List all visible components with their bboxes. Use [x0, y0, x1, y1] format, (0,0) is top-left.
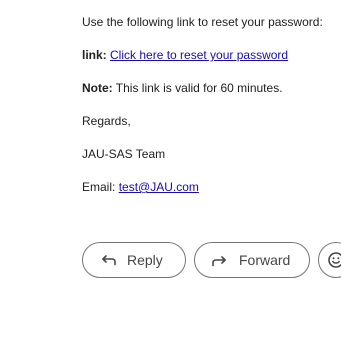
note-text: This link is valid for 60 minutes. — [115, 81, 283, 95]
smiley-emoji-icon — [327, 251, 341, 269]
reply-button[interactable]: Reply — [82, 242, 186, 278]
note-label: Note: — [82, 81, 113, 95]
forward-arrow-icon — [211, 251, 229, 269]
forward-button[interactable]: Forward — [194, 242, 310, 278]
link-label: link: — [82, 48, 107, 62]
contact-email-link[interactable]: test@JAU.com — [119, 180, 199, 194]
reset-password-link[interactable]: Click here to reset your password — [110, 48, 288, 62]
reset-instructions: Use the following link to reset your pas… — [82, 15, 323, 29]
note-line: Note: This link is valid for 60 minutes. — [82, 80, 341, 96]
emoji-reaction-button[interactable] — [318, 242, 341, 278]
email-label: Email: — [82, 180, 116, 194]
email-body: Use the following link to reset your pas… — [82, 14, 341, 195]
reset-link-line: link: Click here to reset your password — [82, 47, 341, 63]
regards-text: Regards, — [82, 114, 131, 128]
message-actions: Reply Forward — [82, 242, 341, 278]
forward-label: Forward — [239, 252, 291, 268]
signature-text: JAU-SAS Team — [82, 147, 166, 161]
contact-email-line: Email: test@JAU.com — [82, 179, 341, 195]
reply-label: Reply — [127, 252, 163, 268]
reply-arrow-icon — [99, 251, 117, 269]
